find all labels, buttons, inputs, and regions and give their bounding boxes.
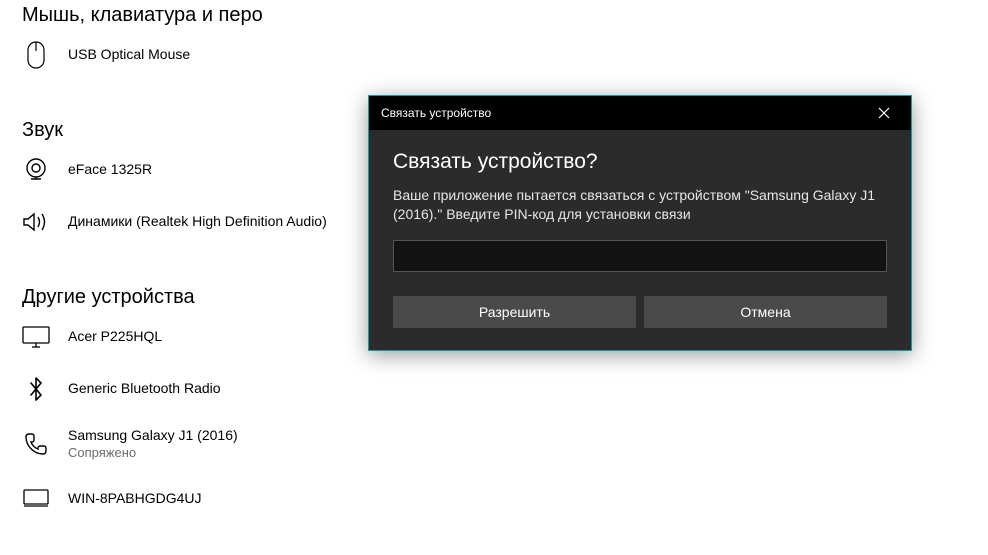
device-status: Сопряжено: [68, 445, 238, 461]
device-row-phone[interactable]: Samsung Galaxy J1 (2016) Сопряжено: [22, 427, 966, 461]
cancel-button[interactable]: Отмена: [644, 296, 887, 328]
mouse-icon: [22, 41, 50, 69]
device-name: WIN-8PABHGDG4UJ: [68, 490, 202, 508]
device-row-computer[interactable]: WIN-8PABHGDG4UJ: [22, 485, 966, 513]
monitor-icon: [22, 323, 50, 351]
device-name: Samsung Galaxy J1 (2016): [68, 427, 238, 445]
device-name: eFace 1325R: [68, 161, 152, 179]
device-row-mouse[interactable]: USB Optical Mouse: [22, 41, 966, 69]
device-name: Generic Bluetooth Radio: [68, 380, 221, 398]
device-name: USB Optical Mouse: [68, 46, 190, 64]
device-name: Acer P225HQL: [68, 328, 162, 346]
allow-button[interactable]: Разрешить: [393, 296, 636, 328]
dialog-titlebar: Связать устройство: [369, 96, 911, 130]
section-header-mouse-keyboard-pen: Мышь, клавиатура и перо: [22, 0, 966, 27]
computer-icon: [22, 485, 50, 513]
phone-icon: [22, 430, 50, 458]
pair-device-dialog: Связать устройство Связать устройство? В…: [368, 95, 912, 351]
device-row-bluetooth[interactable]: Generic Bluetooth Radio: [22, 375, 966, 403]
webcam-icon: [22, 156, 50, 184]
dialog-text: Ваше приложение пытается связаться с уст…: [393, 186, 887, 224]
pin-input[interactable]: [393, 240, 887, 272]
dialog-heading: Связать устройство?: [393, 150, 887, 174]
close-icon[interactable]: [869, 98, 899, 128]
device-name: Динамики (Realtek High Definition Audio): [68, 213, 327, 231]
dialog-titlebar-text: Связать устройство: [381, 106, 491, 120]
speaker-icon: [22, 208, 50, 236]
bluetooth-icon: [22, 375, 50, 403]
